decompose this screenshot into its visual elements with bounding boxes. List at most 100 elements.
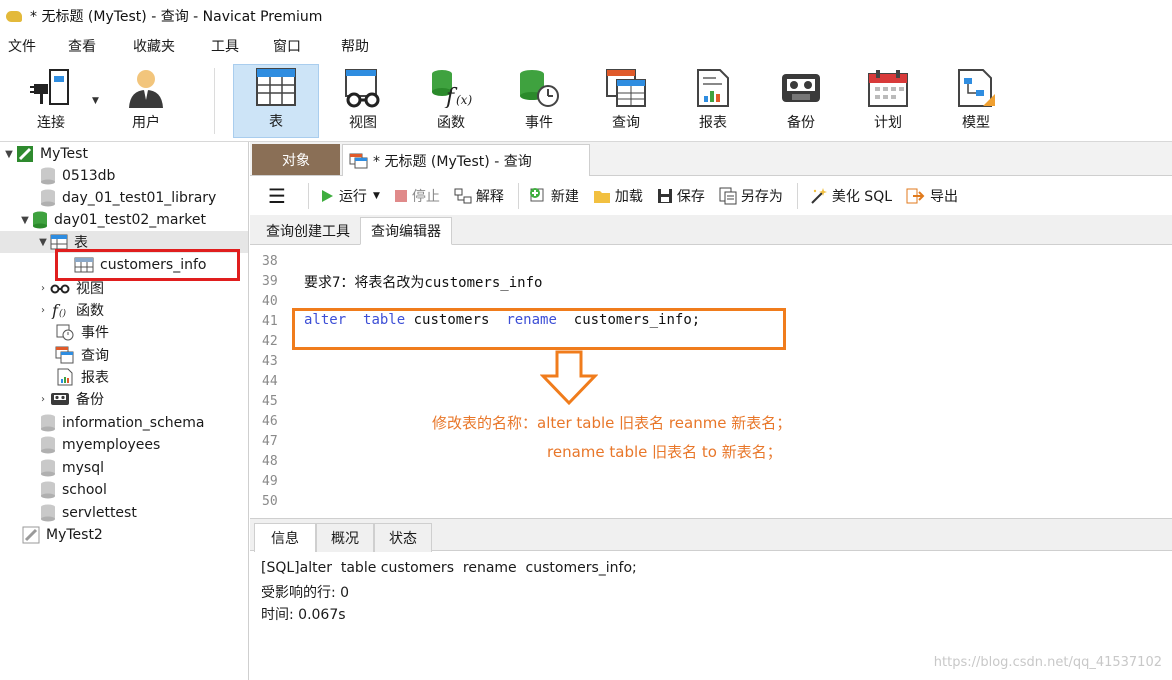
export-label: 导出	[930, 189, 959, 205]
highlight-box-orange	[292, 308, 786, 350]
schedule-button[interactable]: 计划	[845, 64, 931, 138]
chevron-down-icon[interactable]: ▼	[36, 237, 50, 248]
annotation-line-1: 修改表的名称：alter table 旧表名 reanme 新表名；	[432, 414, 792, 432]
chevron-right-icon[interactable]: ›	[36, 305, 50, 316]
line-number: 47	[262, 434, 278, 449]
toolbar-divider	[796, 183, 798, 209]
toolbar-divider	[517, 183, 519, 209]
explain-label: 解释	[475, 189, 504, 205]
title-bar: * 无标题 (MyTest) - 查询 - Navicat Premium	[0, 0, 1172, 32]
tree-node-backups[interactable]: › 备份	[0, 388, 248, 410]
tree-label: 函数	[76, 303, 104, 319]
tab-objects[interactable]: 对象	[252, 144, 340, 175]
tree-label: myemployees	[62, 437, 161, 453]
tab-query-editor[interactable]: 查询编辑器	[360, 217, 452, 245]
event-button[interactable]: 事件	[496, 64, 582, 138]
output-time: 时间: 0.067s	[261, 607, 346, 623]
chevron-right-icon[interactable]: ›	[36, 394, 50, 405]
export-button[interactable]: 导出	[906, 186, 958, 206]
tab-status[interactable]: 状态	[374, 523, 432, 552]
menu-bar: 文件 查看 收藏夹 工具 窗口 帮助	[0, 32, 1172, 60]
menu-tools[interactable]: 工具	[203, 36, 265, 56]
database-gray-icon	[41, 167, 55, 185]
tree-db-information-schema[interactable]: information_schema	[0, 412, 248, 434]
chevron-right-icon[interactable]: ›	[36, 283, 50, 294]
new-button[interactable]: 新建	[529, 186, 579, 206]
tree-db-mysql[interactable]: mysql	[0, 457, 248, 479]
load-label: 加载	[614, 189, 643, 205]
menu-view[interactable]: 查看	[60, 36, 125, 56]
table-icon	[50, 234, 68, 250]
result-output: [SQL]alter table customers rename custom…	[250, 552, 1172, 680]
event-icon	[56, 324, 74, 341]
tree-node-reports[interactable]: 报表	[0, 366, 248, 388]
query-toolbar: ☰ 运行 ▼ 停止 解释 新建 加载 保存 另存为 美化 SQL 导出	[250, 177, 1172, 215]
tree-db-0513db[interactable]: 0513db	[0, 165, 248, 187]
beautify-sql-button[interactable]: 美化 SQL	[808, 186, 892, 206]
load-button[interactable]: 加载	[593, 186, 643, 206]
backup-button[interactable]: 备份	[758, 64, 844, 138]
ribbon-divider	[214, 68, 215, 134]
magic-wand-icon	[811, 188, 827, 204]
line-number: 44	[262, 374, 278, 389]
table-button[interactable]: 表	[233, 64, 319, 138]
explain-button[interactable]: 解释	[454, 186, 504, 206]
chevron-down-icon[interactable]: ▼	[2, 149, 16, 160]
new-query-icon	[529, 188, 544, 202]
tree-label: mysql	[62, 460, 104, 476]
chevron-down-icon[interactable]: ▼	[92, 96, 99, 106]
save-button[interactable]: 保存	[657, 186, 705, 206]
tab-overview[interactable]: 概况	[316, 523, 374, 552]
model-button[interactable]: 模型	[933, 64, 1019, 138]
chevron-down-icon[interactable]: ▼	[18, 215, 32, 226]
tree-connection-mytest2[interactable]: MyTest2	[0, 524, 248, 546]
query-icon	[349, 153, 368, 168]
tab-query[interactable]: * 无标题 (MyTest) - 查询	[342, 144, 590, 176]
tree-db-library[interactable]: day_01_test01_library	[0, 187, 248, 209]
database-gray-icon	[41, 481, 55, 499]
window-title: * 无标题 (MyTest) - 查询 - Navicat Premium	[30, 9, 323, 25]
calendar-icon	[868, 70, 908, 107]
report-button[interactable]: 报表	[670, 64, 756, 138]
tab-query-label: * 无标题 (MyTest) - 查询	[373, 153, 532, 170]
hamburger-menu-icon[interactable]: ☰	[268, 184, 286, 208]
function-button[interactable]: f (x) 函数	[408, 64, 494, 138]
tree-db-servlettest[interactable]: servlettest	[0, 502, 248, 524]
sql-editor[interactable]: 38 39 40 41 42 43 44 45 46 47 48 49 50 要…	[250, 246, 1172, 518]
stop-button[interactable]: 停止	[394, 186, 440, 206]
line-number: 48	[262, 454, 278, 469]
tree-node-functions[interactable]: › f() 函数	[0, 299, 248, 321]
user-button[interactable]: 用户	[103, 64, 189, 138]
connect-button[interactable]: 连接	[8, 64, 94, 138]
tree-db-school[interactable]: school	[0, 479, 248, 501]
tree-label: 视图	[76, 281, 104, 297]
function-label: 函数	[437, 115, 465, 131]
menu-window[interactable]: 窗口	[265, 36, 333, 56]
tree-node-views[interactable]: › 视图	[0, 277, 248, 299]
tree-db-myemployees[interactable]: myemployees	[0, 434, 248, 456]
stop-icon	[394, 190, 407, 202]
tree-node-queries[interactable]: 查询	[0, 344, 248, 366]
tree-connection-mytest[interactable]: ▼ MyTest	[0, 143, 248, 165]
save-label: 保存	[676, 189, 705, 205]
menu-help[interactable]: 帮助	[333, 36, 393, 56]
query-button[interactable]: 查询	[583, 64, 669, 138]
chevron-down-icon[interactable]: ▼	[373, 191, 380, 201]
tree-node-events[interactable]: 事件	[0, 321, 248, 343]
tab-query-builder[interactable]: 查询创建工具	[258, 217, 358, 245]
database-gray-icon	[41, 459, 55, 477]
view-label: 视图	[349, 115, 377, 131]
menu-file[interactable]: 文件	[0, 36, 60, 56]
save-as-button[interactable]: 另存为	[719, 186, 783, 206]
user-label: 用户	[132, 115, 160, 131]
tab-info[interactable]: 信息	[254, 523, 316, 552]
tree-db-market[interactable]: ▼ day01_test02_market	[0, 209, 248, 231]
navicat-logo-icon	[6, 9, 24, 23]
new-label: 新建	[550, 189, 579, 205]
run-button[interactable]: 运行 ▼	[319, 186, 380, 206]
save-as-label: 另存为	[740, 189, 783, 205]
view-button[interactable]: 视图	[320, 64, 406, 138]
tree-label: 报表	[81, 370, 109, 386]
menu-favorites[interactable]: 收藏夹	[125, 36, 203, 56]
line-number: 41	[262, 314, 278, 329]
